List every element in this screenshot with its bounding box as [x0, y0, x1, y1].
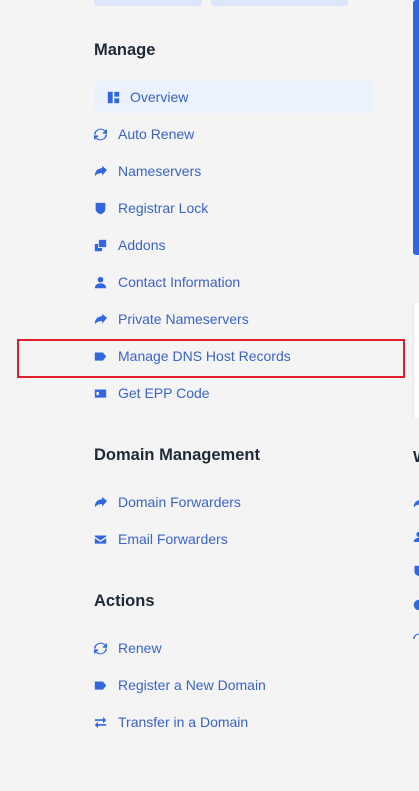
- sidebar-item-domain-forwarders[interactable]: Domain Forwarders: [94, 486, 373, 518]
- right-panel-sync-icon[interactable]: [413, 632, 419, 644]
- sidebar-item-label: Private Nameservers: [118, 311, 249, 327]
- right-panel-heading-fragment: W: [413, 449, 419, 467]
- sidebar-item-label: Domain Forwarders: [118, 494, 241, 510]
- id-card-icon: [94, 387, 118, 400]
- share-square-icon: [94, 496, 118, 509]
- sidebar-item-register-new-domain[interactable]: Register a New Domain: [94, 669, 373, 701]
- exchange-icon: [94, 716, 118, 729]
- sidebar-item-label: Email Forwarders: [118, 531, 228, 547]
- sidebar-item-addons[interactable]: Addons: [94, 229, 373, 261]
- section-title-actions: Actions: [94, 592, 155, 610]
- clone-icon: [94, 239, 118, 252]
- user-icon: [94, 276, 118, 289]
- sidebar-item-label: Get EPP Code: [118, 385, 210, 401]
- sync-icon: [94, 128, 118, 141]
- sidebar-item-contact-information[interactable]: Contact Information: [94, 266, 373, 298]
- sidebar-item-label: Renew: [118, 640, 162, 656]
- sidebar-item-label: Register a New Domain: [118, 677, 266, 693]
- sidebar-item-overview[interactable]: Overview: [94, 81, 373, 113]
- sidebar-item-transfer-domain[interactable]: Transfer in a Domain: [94, 706, 373, 738]
- tag-icon: [94, 679, 118, 692]
- right-panel-globe-icon[interactable]: [413, 598, 419, 610]
- sidebar-item-label: Addons: [118, 237, 166, 253]
- sidebar-item-label: Auto Renew: [118, 126, 195, 142]
- overview-icon: [94, 91, 130, 104]
- right-panel-accent-bar: [413, 0, 419, 255]
- sidebar-item-registrar-lock[interactable]: Registrar Lock: [94, 192, 373, 224]
- share-arrow-icon: [94, 313, 118, 326]
- sidebar-item-nameservers[interactable]: Nameservers: [94, 155, 373, 187]
- right-panel-shield-icon[interactable]: [413, 564, 419, 576]
- sidebar-item-label: Contact Information: [118, 274, 241, 290]
- section-title-domain-management: Domain Management: [94, 446, 260, 464]
- sidebar-item-label: Registrar Lock: [118, 200, 209, 216]
- sidebar-item-get-epp-code[interactable]: Get EPP Code: [94, 377, 373, 409]
- share-arrow-icon: [94, 165, 118, 178]
- sidebar-item-label: Transfer in a Domain: [118, 714, 249, 730]
- sidebar-item-label: Nameservers: [118, 163, 202, 179]
- envelope-icon: [94, 533, 118, 546]
- section-title-manage: Manage: [94, 41, 156, 59]
- sidebar-item-private-nameservers[interactable]: Private Nameservers: [94, 303, 373, 335]
- right-panel-share-icon[interactable]: [413, 496, 419, 508]
- top-tab-left[interactable]: [94, 0, 202, 6]
- sync-icon: [94, 642, 118, 655]
- sidebar-item-auto-renew[interactable]: Auto Renew: [94, 118, 373, 150]
- top-tab-right[interactable]: [211, 0, 348, 6]
- highlight-box: [17, 339, 405, 378]
- sidebar-item-renew[interactable]: Renew: [94, 632, 373, 664]
- sidebar-item-email-forwarders[interactable]: Email Forwarders: [94, 523, 373, 555]
- right-panel-user-icon[interactable]: [413, 530, 419, 542]
- right-panel-card: [413, 303, 419, 418]
- sidebar-item-label: Overview: [130, 89, 189, 105]
- shield-icon: [94, 202, 118, 215]
